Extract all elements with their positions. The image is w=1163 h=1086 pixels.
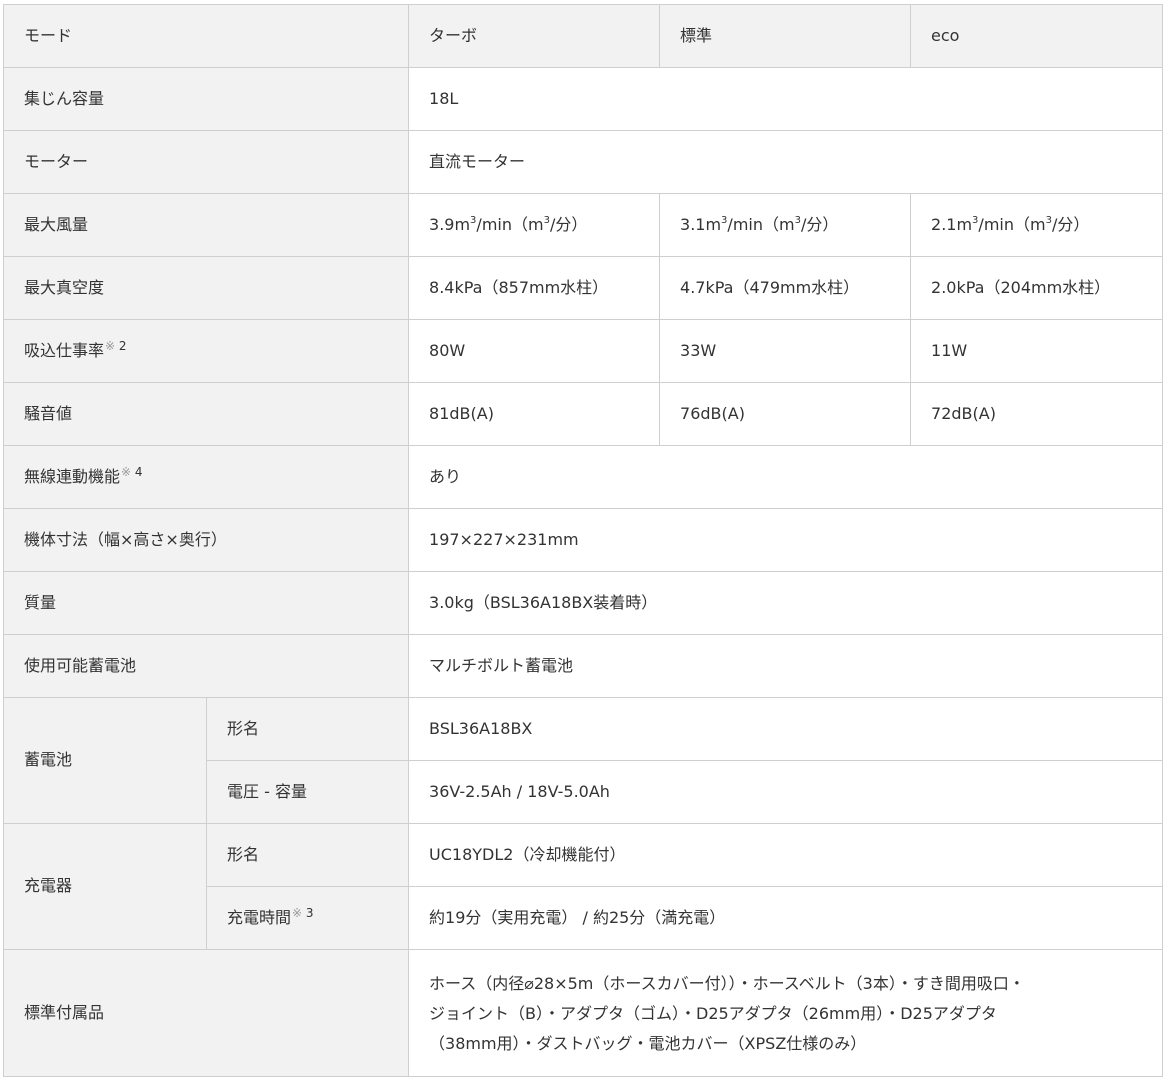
spec-table: モード ターボ 標準 eco 集じん容量 18L モーター 直流モーター 最大風… bbox=[2, 4, 1163, 1077]
row-suction: 吸込仕事率※ 2 80W 33W 11W bbox=[2, 319, 1163, 383]
row-wireless: 無線連動機能※ 4 あり bbox=[2, 445, 1163, 509]
row-capacity: 集じん容量 18L bbox=[2, 67, 1163, 131]
mode-turbo: ターボ bbox=[408, 4, 661, 68]
row-accessories: 標準付属品 ホース（内径⌀28×5m（ホースカバー付））・ホースベルト（3本）・… bbox=[2, 949, 1163, 1077]
accessories-line-1: ホース（内径⌀28×5m（ホースカバー付））・ホースベルト（3本）・すき間用吸口… bbox=[429, 974, 1025, 993]
suction-footnote: ※ 2 bbox=[105, 338, 127, 353]
weight-label: 質量 bbox=[2, 571, 410, 635]
usable-battery-label: 使用可能蓄電池 bbox=[2, 634, 410, 698]
wireless-value: あり bbox=[408, 445, 1163, 509]
usable-battery-value: マルチボルト蓄電池 bbox=[408, 634, 1163, 698]
battery-voltage-value: 36V-2.5Ah / 18V-5.0Ah bbox=[408, 760, 1163, 824]
noise-turbo: 81dB(A) bbox=[408, 382, 661, 446]
suction-eco: 11W bbox=[910, 319, 1163, 383]
vacuum-turbo: 8.4kPa（857mm水柱） bbox=[408, 256, 661, 320]
vacuum-standard: 4.7kPa（479mm水柱） bbox=[659, 256, 912, 320]
wireless-label: 無線連動機能 bbox=[24, 466, 121, 486]
charger-time-label: 充電時間 bbox=[227, 907, 292, 927]
charger-time-label-cell: 充電時間※ 3 bbox=[205, 886, 410, 950]
accessories-label: 標準付属品 bbox=[2, 949, 410, 1077]
charger-time-footnote: ※ 3 bbox=[292, 905, 314, 920]
noise-eco: 72dB(A) bbox=[910, 382, 1163, 446]
mode-label: モード bbox=[2, 4, 410, 68]
weight-value: 3.0kg（BSL36A18BX装着時） bbox=[408, 571, 1163, 635]
airflow-standard: 3.1m3/min（m3/分） bbox=[659, 193, 912, 257]
accessories-line-3: （38mm用）・ダストバッグ・電池カバー（XPSZ仕様のみ） bbox=[429, 1034, 867, 1053]
charger-model-label: 形名 bbox=[205, 823, 410, 887]
battery-model-value: BSL36A18BX bbox=[408, 697, 1163, 761]
capacity-label: 集じん容量 bbox=[2, 67, 410, 131]
wireless-label-cell: 無線連動機能※ 4 bbox=[2, 445, 410, 509]
accessories-line-2: ジョイント（B）・アダプタ（ゴム）・D25アダプタ（26mm用）・D25アダプタ bbox=[429, 1004, 997, 1023]
row-motor: モーター 直流モーター bbox=[2, 130, 1163, 194]
vacuum-label: 最大真空度 bbox=[2, 256, 410, 320]
charger-label: 充電器 bbox=[3, 823, 207, 950]
dimensions-value: 197×227×231mm bbox=[408, 508, 1163, 572]
charger-model-value: UC18YDL2（冷却機能付） bbox=[408, 823, 1163, 887]
row-dimensions: 機体寸法（幅×高さ×奥行） 197×227×231mm bbox=[2, 508, 1163, 572]
suction-standard: 33W bbox=[659, 319, 912, 383]
row-vacuum: 最大真空度 8.4kPa（857mm水柱） 4.7kPa（479mm水柱） 2.… bbox=[2, 256, 1163, 320]
row-usable-battery: 使用可能蓄電池 マルチボルト蓄電池 bbox=[2, 634, 1163, 698]
row-charger-model: 充電器 形名 UC18YDL2（冷却機能付） bbox=[3, 823, 1163, 950]
airflow-label: 最大風量 bbox=[2, 193, 410, 257]
battery-voltage-label: 電圧 - 容量 bbox=[205, 760, 410, 824]
noise-standard: 76dB(A) bbox=[659, 382, 912, 446]
suction-label: 吸込仕事率 bbox=[24, 340, 105, 360]
battery-label: 蓄電池 bbox=[3, 697, 207, 824]
airflow-eco: 2.1m3/min（m3/分） bbox=[910, 193, 1163, 257]
mode-eco: eco bbox=[910, 4, 1163, 68]
row-airflow: 最大風量 3.9m3/min（m3/分） 3.1m3/min（m3/分） 2.1… bbox=[2, 193, 1163, 257]
dimensions-label: 機体寸法（幅×高さ×奥行） bbox=[2, 508, 410, 572]
suction-label-cell: 吸込仕事率※ 2 bbox=[2, 319, 410, 383]
airflow-turbo: 3.9m3/min（m3/分） bbox=[408, 193, 661, 257]
battery-model-label: 形名 bbox=[205, 697, 410, 761]
row-noise: 騒音値 81dB(A) 76dB(A) 72dB(A) bbox=[2, 382, 1163, 446]
accessories-value: ホース（内径⌀28×5m（ホースカバー付））・ホースベルト（3本）・すき間用吸口… bbox=[408, 949, 1163, 1077]
capacity-value: 18L bbox=[408, 67, 1163, 131]
row-battery-model: 蓄電池 形名 BSL36A18BX bbox=[3, 697, 1163, 824]
row-weight: 質量 3.0kg（BSL36A18BX装着時） bbox=[2, 571, 1163, 635]
motor-label: モーター bbox=[2, 130, 410, 194]
noise-label: 騒音値 bbox=[2, 382, 410, 446]
wireless-footnote: ※ 4 bbox=[121, 464, 143, 479]
mode-standard: 標準 bbox=[659, 4, 912, 68]
suction-turbo: 80W bbox=[408, 319, 661, 383]
charger-time-value: 約19分（実用充電） / 約25分（満充電） bbox=[408, 886, 1163, 950]
vacuum-eco: 2.0kPa（204mm水柱） bbox=[910, 256, 1163, 320]
row-mode: モード ターボ 標準 eco bbox=[2, 4, 1163, 68]
motor-value: 直流モーター bbox=[408, 130, 1163, 194]
